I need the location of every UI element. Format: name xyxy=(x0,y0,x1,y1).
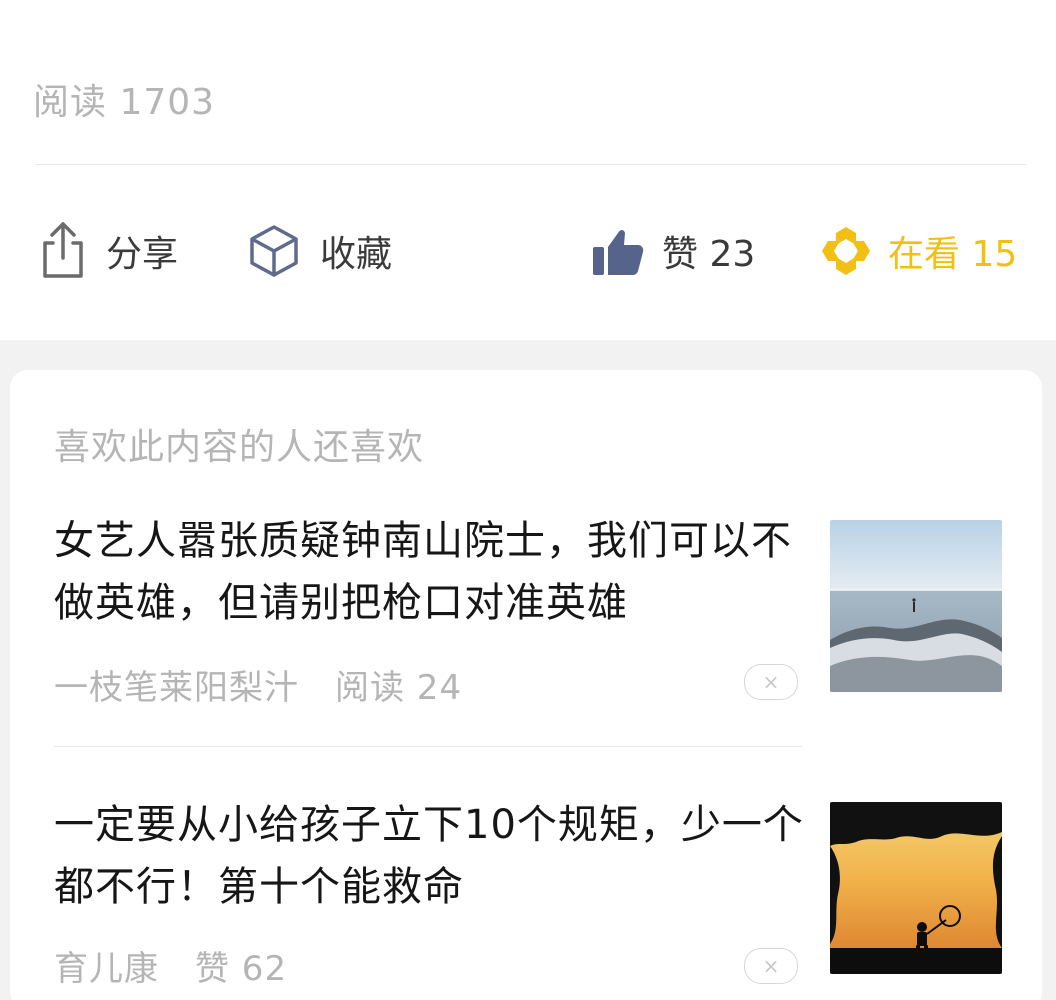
sunset-child-photo xyxy=(830,802,1002,974)
recommended-article-meta: 育儿康赞 62 xyxy=(54,941,287,990)
share-button[interactable]: 分享 xyxy=(38,203,178,299)
share-icon xyxy=(38,221,88,281)
read-count: 阅读 1703 xyxy=(33,73,215,125)
recommended-article[interactable]: 女艺人嚣张质疑钟南山院士，我们可以不做英雄，但请别把枪口对准英雄 一枝笔莱阳梨汁… xyxy=(10,490,1042,770)
like-count: 赞 62 xyxy=(195,949,288,989)
author-name: 一枝笔莱阳梨汁 xyxy=(54,668,299,708)
dismiss-button[interactable]: × xyxy=(744,664,798,700)
read-count-value: 1703 xyxy=(119,82,216,123)
read-count: 阅读 24 xyxy=(335,668,463,708)
sea-rock-photo xyxy=(830,520,1002,692)
recommendations-card: 喜欢此内容的人还喜欢 女艺人嚣张质疑钟南山院士，我们可以不做英雄，但请别把枪口对… xyxy=(10,370,1042,1000)
share-label: 分享 xyxy=(106,234,179,275)
recommended-article[interactable]: 一定要从小给孩子立下10个规矩，少一个都不行！第十个能救命 育儿康赞 62 × xyxy=(10,775,1042,1000)
author-name: 育儿康 xyxy=(54,949,159,989)
box-icon xyxy=(248,223,300,279)
close-icon: × xyxy=(762,670,780,694)
divider xyxy=(54,746,802,747)
recommended-article-title[interactable]: 一定要从小给孩子立下10个规矩，少一个都不行！第十个能救命 xyxy=(54,794,814,918)
close-icon: × xyxy=(762,954,780,978)
watching-icon xyxy=(818,223,874,279)
action-bar: 分享 收藏 赞 23 在看 15 xyxy=(0,203,1056,299)
divider xyxy=(36,164,1026,165)
recommended-article-meta: 一枝笔莱阳梨汁 阅读 24 xyxy=(54,660,462,709)
dismiss-button[interactable]: × xyxy=(744,948,798,984)
watching-button[interactable]: 在看 15 xyxy=(818,203,1017,299)
article-page: 阅读 1703 分享 收藏 赞 23 在看 15 喜欢此内容的人还喜欢 女艺人嚣… xyxy=(0,0,1056,1000)
thumbs-up-icon xyxy=(590,223,646,279)
watching-label: 在看 15 xyxy=(888,234,1018,275)
like-label: 赞 23 xyxy=(662,234,756,275)
read-count-label: 阅读 xyxy=(33,82,108,123)
like-button[interactable]: 赞 23 xyxy=(590,203,755,299)
collect-label: 收藏 xyxy=(320,234,393,275)
thumbnail[interactable] xyxy=(830,802,1002,974)
recommended-article-title[interactable]: 女艺人嚣张质疑钟南山院士，我们可以不做英雄，但请别把枪口对准英雄 xyxy=(54,510,814,634)
article-footer: 阅读 1703 分享 收藏 赞 23 在看 15 xyxy=(0,0,1056,340)
recommendations-title: 喜欢此内容的人还喜欢 xyxy=(54,427,425,468)
thumbnail[interactable] xyxy=(830,520,1002,692)
collect-button[interactable]: 收藏 xyxy=(248,203,392,299)
